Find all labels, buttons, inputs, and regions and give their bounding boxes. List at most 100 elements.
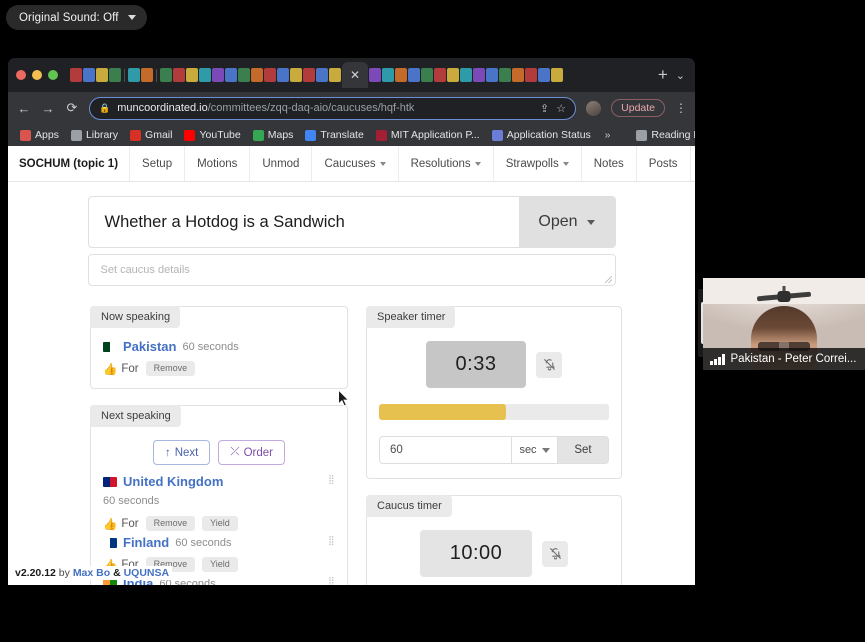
drag-handle-icon[interactable]: ⣿ [328, 577, 335, 586]
nav-item-strawpolls[interactable]: Strawpolls [494, 146, 582, 181]
browser-tab[interactable] [434, 68, 446, 82]
bookmark-item[interactable]: Maps [249, 129, 298, 141]
nav-item-resolutions[interactable]: Resolutions [399, 146, 494, 181]
browser-tab[interactable] [141, 68, 153, 82]
browser-tab[interactable] [551, 68, 563, 82]
bookmark-item[interactable]: YouTube [180, 129, 244, 141]
browser-tab[interactable] [199, 68, 211, 82]
browser-tab[interactable] [486, 68, 498, 82]
browser-tab[interactable] [186, 68, 198, 82]
address-bar[interactable]: 🔒 muncoordinated.io/committees/zqq-daq-a… [89, 96, 577, 120]
chevron-down-icon[interactable] [562, 161, 569, 166]
browser-tab[interactable] [128, 68, 140, 82]
arrow-right-icon[interactable]: → [41, 101, 55, 116]
browser-tab[interactable] [303, 68, 315, 82]
author-link[interactable]: Max Bo [73, 567, 110, 579]
browser-tab[interactable] [382, 68, 394, 82]
resize-grip-icon[interactable] [604, 276, 612, 283]
browser-tab[interactable] [408, 68, 420, 82]
browser-tab[interactable] [460, 68, 472, 82]
caucus-status-dropdown[interactable]: Open [518, 197, 615, 247]
share-icon[interactable]: ⇪ [540, 102, 549, 115]
chevron-down-icon[interactable] [474, 161, 481, 166]
update-button[interactable]: Update [611, 99, 665, 117]
bookmarks-overflow-button[interactable]: » [599, 130, 617, 141]
maximize-window-button[interactable] [48, 70, 58, 80]
chevron-down-icon[interactable] [379, 161, 386, 166]
order-speakers-button[interactable]: ⤫ Order [218, 440, 285, 465]
caucus-details-textarea[interactable]: Set caucus details [87, 254, 616, 286]
drag-handle-icon[interactable]: ⣿ [328, 536, 335, 549]
nav-item-sochum-topic-1[interactable]: SOCHUM (topic 1) [8, 146, 131, 181]
browser-tab[interactable] [264, 68, 276, 82]
browser-tab[interactable] [538, 68, 550, 82]
close-window-button[interactable] [16, 70, 26, 80]
drag-handle-icon[interactable]: ⣿ [328, 475, 335, 488]
yield-speaker-button[interactable]: Yield [202, 516, 238, 531]
current-speaker-country[interactable]: Pakistan [123, 339, 176, 354]
minimize-window-button[interactable] [32, 70, 42, 80]
close-icon[interactable]: ✕ [350, 69, 360, 81]
browser-tab[interactable] [447, 68, 459, 82]
yield-speaker-button[interactable]: Yield [202, 557, 238, 572]
next-speaker-button[interactable]: ↑ Next [152, 440, 211, 465]
browser-tab[interactable] [421, 68, 433, 82]
browser-tab[interactable] [212, 68, 224, 82]
plus-icon[interactable]: + [658, 65, 668, 85]
window-controls[interactable] [16, 70, 58, 80]
remove-speaker-button[interactable]: Remove [145, 516, 196, 531]
browser-tab[interactable] [160, 68, 172, 82]
queue-speaker-country[interactable]: United Kingdom [123, 474, 223, 489]
browser-tab[interactable] [473, 68, 485, 82]
browser-tab[interactable] [173, 68, 185, 82]
bookmark-item[interactable]: Translate [301, 129, 367, 141]
browser-tab[interactable] [329, 68, 341, 82]
reload-icon[interactable]: ⟳ [65, 100, 79, 116]
nav-item-setup[interactable]: Setup [130, 146, 186, 181]
chevron-down-icon[interactable] [586, 219, 595, 225]
tab-list[interactable]: ✕ [70, 62, 648, 88]
bookmark-item[interactable]: Apps [16, 129, 63, 141]
chevron-down-icon[interactable]: ⌄ [676, 69, 691, 82]
video-tile[interactable]: Pakistan - Peter Correi... [703, 278, 865, 370]
browser-tab[interactable] [395, 68, 407, 82]
app-navbar[interactable]: SOCHUM (topic 1) Setup Motions Unmod Caucuse… [8, 146, 695, 182]
browser-tab[interactable] [251, 68, 263, 82]
chevron-down-icon[interactable] [127, 15, 136, 20]
bookmark-item[interactable]: Library [67, 129, 122, 141]
bell-slash-icon[interactable] [542, 540, 569, 567]
avatar[interactable] [586, 100, 602, 116]
original-sound-toggle[interactable]: Original Sound: Off [6, 5, 147, 30]
arrow-left-icon[interactable]: ← [17, 101, 31, 116]
browser-tab[interactable] [525, 68, 537, 82]
queue-speaker-country[interactable]: Finland [123, 535, 169, 550]
bookmark-item[interactable]: MIT Application P... [372, 129, 484, 141]
speaker-queue-item[interactable]: United Kingdom 60 seconds 👍 For Remove Yield ⣿ [103, 474, 335, 531]
nav-item-notes[interactable]: Notes [582, 146, 637, 181]
browser-tab[interactable] [277, 68, 289, 82]
remove-speaker-button[interactable]: Remove [145, 361, 196, 376]
caucus-title-input[interactable]: Whether a Hotdog is a Sandwich [89, 197, 519, 247]
nav-item-motions[interactable]: Motions [185, 146, 251, 181]
browser-tab[interactable] [512, 68, 524, 82]
browser-tab[interactable] [70, 68, 82, 82]
browser-tab[interactable] [109, 68, 121, 82]
reading-list-button[interactable]: Reading List [632, 129, 695, 141]
active-browser-tab[interactable]: ✕ [342, 62, 368, 88]
nav-item-unmod[interactable]: Unmod [250, 146, 313, 181]
kebab-menu-icon[interactable]: ⋮ [675, 101, 687, 115]
star-icon[interactable]: ☆ [556, 102, 566, 115]
speaker-duration-input[interactable]: 60 [379, 436, 511, 464]
chevron-down-icon[interactable] [541, 447, 550, 453]
browser-tab[interactable] [369, 68, 381, 82]
org-link[interactable]: UQUNSA [124, 567, 170, 579]
browser-tab[interactable] [316, 68, 328, 82]
speaker-duration-unit-select[interactable]: sec [511, 436, 557, 464]
nav-item-caucuses[interactable]: Caucuses [312, 146, 399, 181]
browser-tab[interactable] [96, 68, 108, 82]
browser-tab[interactable] [83, 68, 95, 82]
browser-tab[interactable] [499, 68, 511, 82]
browser-tab[interactable] [238, 68, 250, 82]
browser-tab[interactable] [225, 68, 237, 82]
bell-slash-icon[interactable] [536, 351, 563, 378]
